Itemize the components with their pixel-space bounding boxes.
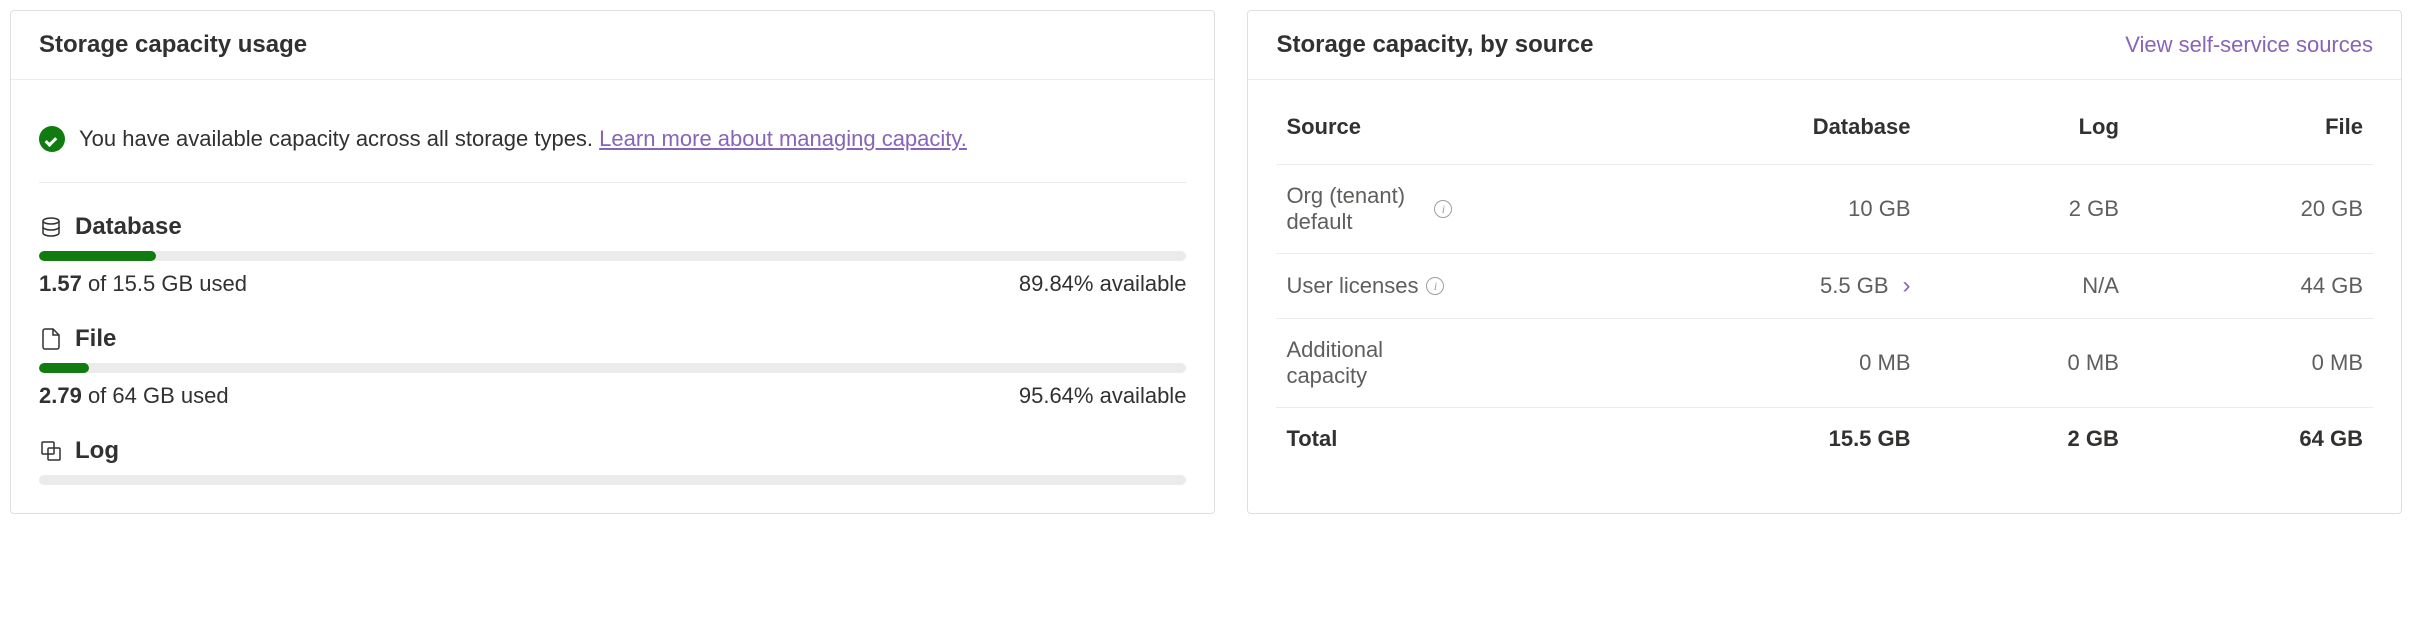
progress-bar-log [39,475,1186,485]
storage-usage-card: Storage capacity usage You have availabl… [10,10,1215,514]
info-icon[interactable]: i [1434,200,1452,218]
progress-bar-database [39,251,1186,261]
table-header-row: Source Database Log File [1276,108,2373,165]
table-row: Additional capacity 0 MB 0 MB 0 MB [1276,319,2373,408]
source-name: User licenses [1286,273,1418,299]
total-label: Total [1276,408,1576,471]
col-log: Log [1921,108,2129,165]
log-value: 2 GB [1921,165,2129,254]
progress-bar-file [39,363,1186,373]
status-row: You have available capacity across all s… [39,108,1186,183]
total-log: 2 GB [1921,408,2129,471]
db-value: 5.5 GB [1820,273,1888,299]
storage-used-text: 2.79 of 64 GB used [39,383,229,409]
file-icon [39,327,63,351]
storage-label: Log [75,437,119,465]
file-value: 0 MB [2129,319,2373,408]
card-title: Storage capacity usage [39,31,307,59]
status-message: You have available capacity across all s… [79,126,599,151]
success-check-icon [39,126,65,152]
storage-used-text: 1.57 of 15.5 GB used [39,271,247,297]
learn-more-link[interactable]: Learn more about managing capacity. [599,126,967,151]
card-body: You have available capacity across all s… [11,80,1214,485]
chevron-right-icon[interactable]: › [1889,272,1911,300]
card-header: Storage capacity, by source View self-se… [1248,11,2401,80]
table-row: Org (tenant) default i 10 GB 2 GB 20 GB [1276,165,2373,254]
source-name: Additional capacity [1286,337,1406,389]
table-row: User licenses i 5.5 GB› N/A 44 GB [1276,254,2373,319]
storage-available-text: 89.84% available [1019,271,1187,297]
storage-block-database: Database 1.57 of 15.5 GB used 89.84% ava… [39,213,1186,297]
storage-available-text: 95.64% available [1019,383,1187,409]
storage-block-log: Log [39,437,1186,485]
file-value: 44 GB [2129,254,2373,319]
status-text: You have available capacity across all s… [79,126,967,152]
storage-block-file: File 2.79 of 64 GB used 95.64% available [39,325,1186,409]
source-name: Org (tenant) default [1286,183,1426,235]
log-value: 0 MB [1921,319,2129,408]
storage-label: Database [75,213,182,241]
storage-label: File [75,325,116,353]
total-db: 15.5 GB [1576,408,1920,471]
card-title: Storage capacity, by source [1276,31,1593,59]
storage-by-source-card: Storage capacity, by source View self-se… [1247,10,2402,514]
database-icon [39,215,63,239]
col-database: Database [1576,108,1920,165]
log-icon [39,439,63,463]
card-header: Storage capacity usage [11,11,1214,80]
table-row-total: Total 15.5 GB 2 GB 64 GB [1276,408,2373,471]
info-icon[interactable]: i [1426,277,1444,295]
log-value: N/A [1921,254,2129,319]
card-body: Source Database Log File Org (tenant) de… [1248,80,2401,470]
col-file: File [2129,108,2373,165]
col-source: Source [1276,108,1576,165]
file-value: 20 GB [2129,165,2373,254]
db-value: 10 GB [1848,196,1910,222]
source-table: Source Database Log File Org (tenant) de… [1276,108,2373,470]
total-file: 64 GB [2129,408,2373,471]
db-value: 0 MB [1859,350,1910,376]
view-self-service-link[interactable]: View self-service sources [2125,32,2373,58]
